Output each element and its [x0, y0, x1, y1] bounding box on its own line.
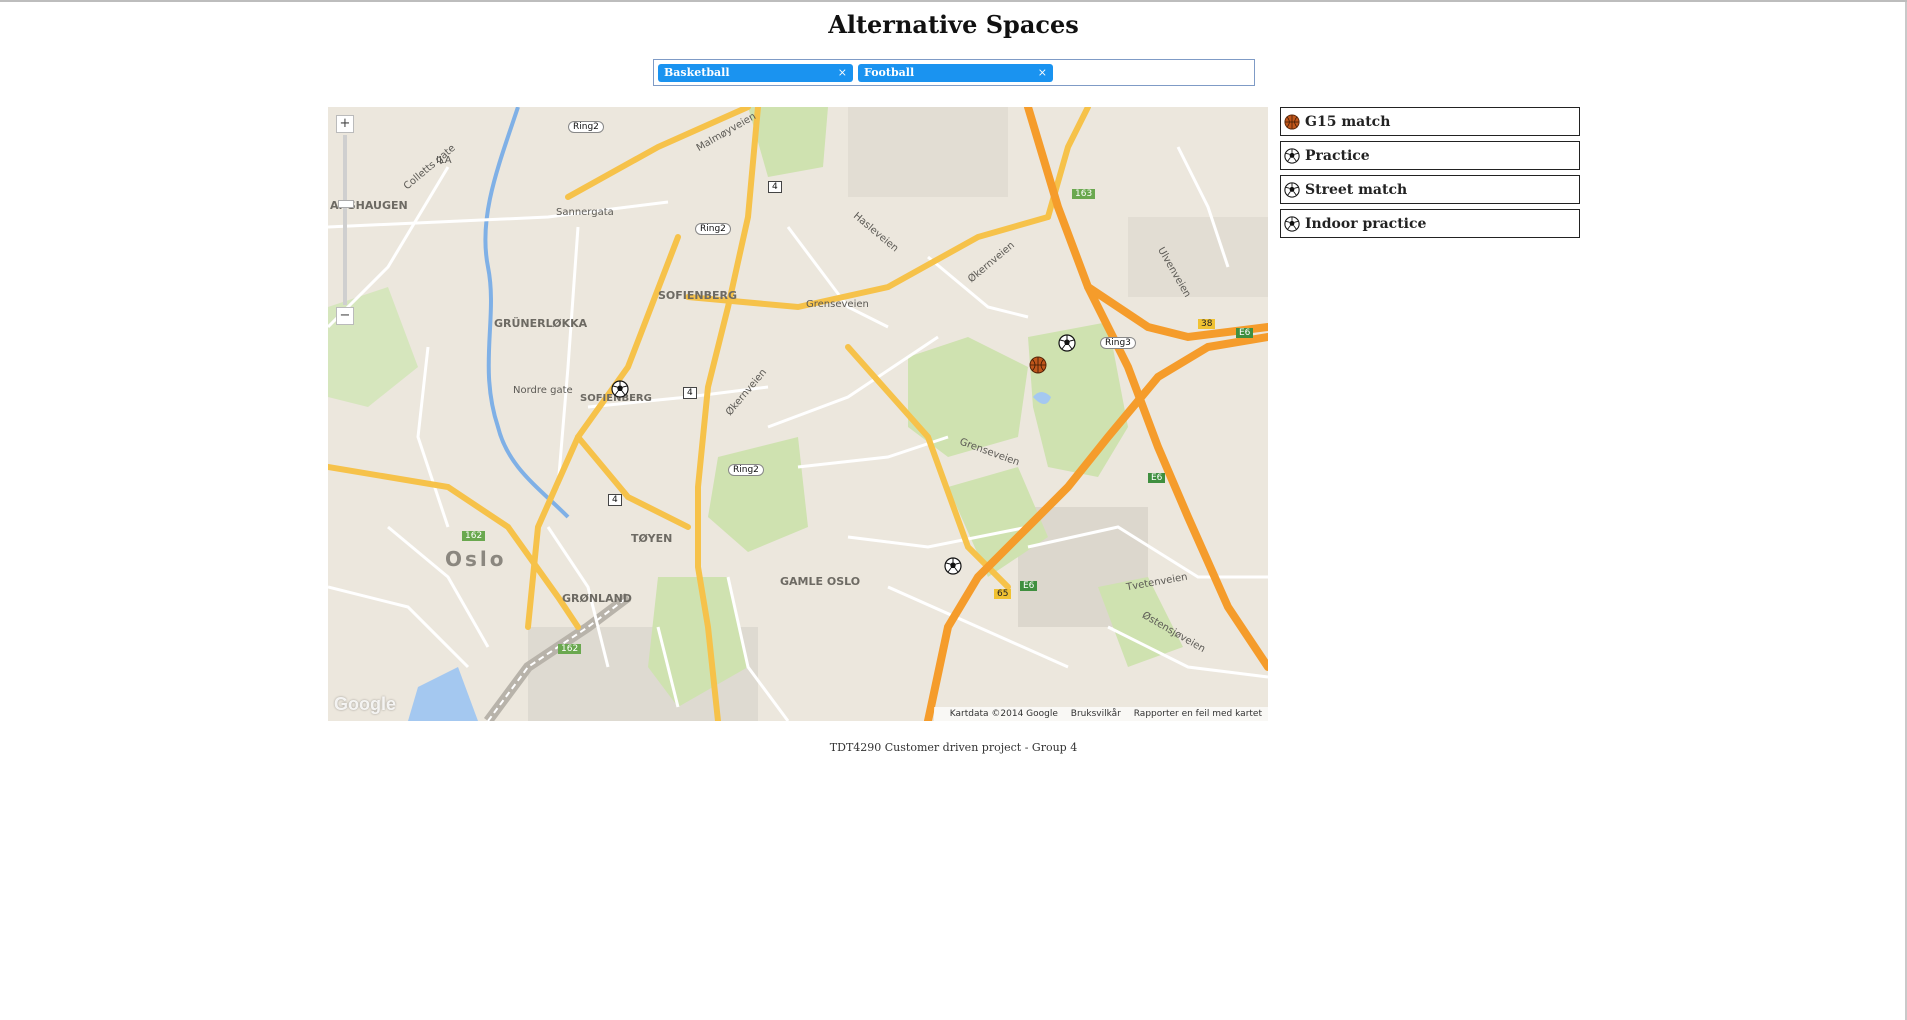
basketball-icon [1029, 356, 1047, 374]
football-icon [1058, 334, 1076, 352]
basketball-icon [1284, 113, 1300, 130]
tag-basketball: Basketball × [658, 64, 853, 82]
map-data-credit: Kartdata ©2014 Google [949, 709, 1058, 719]
map-marker-football[interactable] [611, 380, 629, 398]
tag-label: Football [864, 66, 915, 79]
football-icon [1284, 147, 1300, 164]
event-name: Street match [1305, 181, 1408, 198]
tag-remove-button[interactable]: × [1038, 64, 1047, 82]
sport-filter-input[interactable]: Basketball × Football × [653, 59, 1255, 86]
map-marker-football[interactable] [1058, 334, 1076, 352]
footer-text: TDT4290 Customer driven project - Group … [829, 741, 1078, 754]
football-icon [1284, 181, 1300, 198]
event-item[interactable]: G15 match [1280, 107, 1580, 136]
tag-football: Football × [858, 64, 1053, 82]
zoom-slider[interactable] [338, 135, 354, 305]
tag-label: Basketball [664, 66, 730, 79]
map[interactable]: ANSHAUGEN Colletts gate Sannergata SOFIE… [328, 107, 1268, 721]
page-title: Alternative Spaces [828, 10, 1079, 39]
football-icon [1284, 215, 1300, 232]
event-name: Indoor practice [1305, 215, 1427, 232]
event-item[interactable]: Practice [1280, 141, 1580, 170]
map-marker-football[interactable] [944, 557, 962, 575]
map-tiles [328, 107, 1268, 721]
zoom-in-button[interactable]: + [336, 115, 354, 133]
map-attribution: Kartdata ©2014 Google Bruksvilkår Rappor… [933, 707, 1268, 721]
football-icon [611, 380, 629, 398]
zoom-out-button[interactable]: − [336, 307, 354, 325]
map-zoom-control: + − [336, 115, 354, 325]
map-marker-basketball[interactable] [1029, 356, 1047, 374]
event-list: G15 match Practice Street match Indoor p… [1280, 107, 1580, 243]
zoom-slider-handle[interactable] [338, 200, 354, 208]
event-name: G15 match [1305, 113, 1391, 130]
football-icon [944, 557, 962, 575]
google-logo: Google [334, 694, 396, 714]
event-name: Practice [1305, 147, 1370, 164]
event-item[interactable]: Indoor practice [1280, 209, 1580, 238]
tag-remove-button[interactable]: × [838, 64, 847, 82]
report-error-link[interactable]: Rapporter en feil med kartet [1134, 709, 1262, 719]
event-item[interactable]: Street match [1280, 175, 1580, 204]
terms-link[interactable]: Bruksvilkår [1071, 709, 1121, 719]
